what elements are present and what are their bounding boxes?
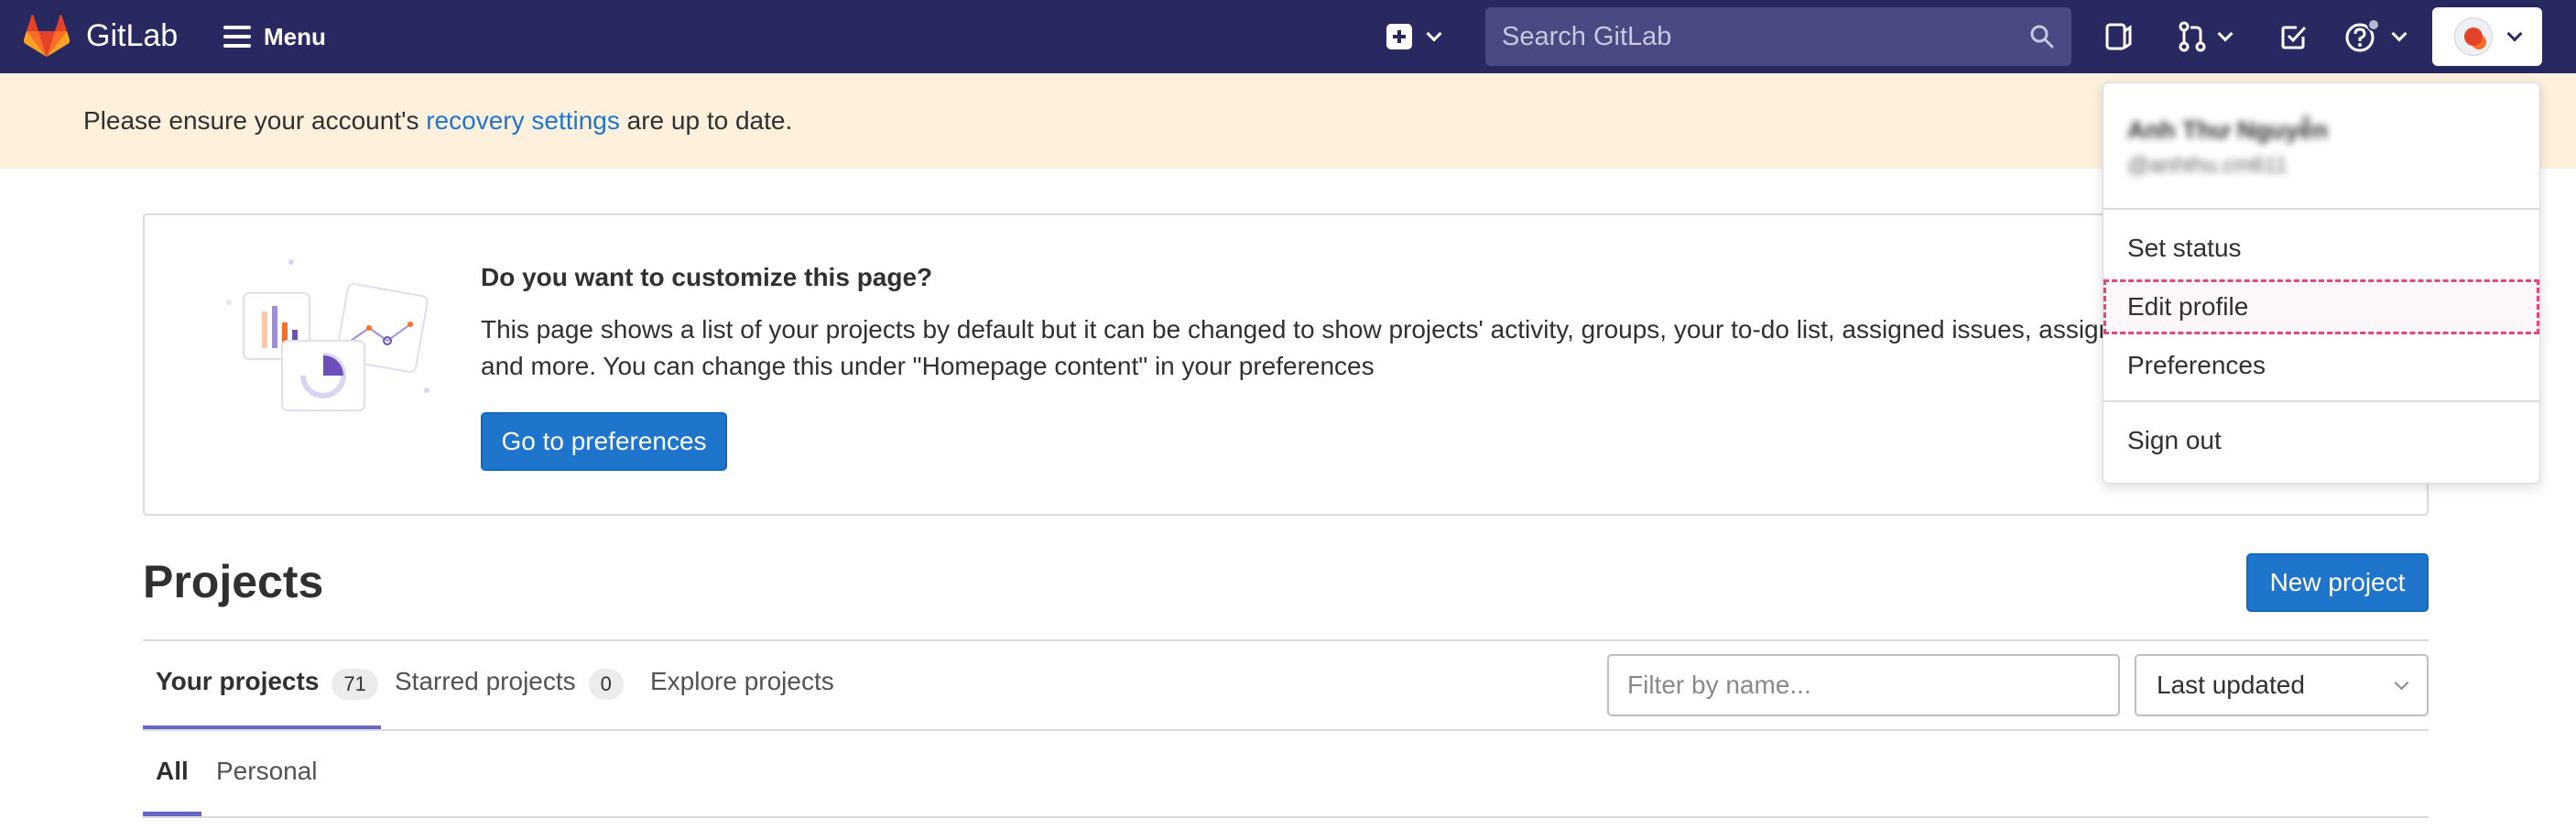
menu-button[interactable]: Menu (223, 18, 326, 55)
hamburger-icon (223, 26, 251, 48)
sort-dropdown[interactable]: Last updated (2135, 654, 2429, 716)
brand-name[interactable]: GitLab (86, 18, 178, 54)
todo-icon (2281, 26, 2307, 49)
search-icon (2030, 25, 2054, 49)
tabs-divider (143, 729, 2429, 731)
user-dropdown-menu: Anh Thư Nguyễn @anhthu.cm611 Set status … (2103, 82, 2540, 484)
issues-icon (2105, 23, 2132, 50)
tab-label: Your projects (156, 667, 320, 695)
merge-request-icon (2179, 21, 2206, 52)
chevron-down-icon (2217, 26, 2234, 42)
subtab-all[interactable]: All (156, 757, 189, 786)
set-status-item[interactable]: Set status (2103, 221, 2539, 276)
issues-button[interactable] (2104, 16, 2132, 57)
chevron-down-icon (2391, 26, 2408, 42)
sign-out-item[interactable]: Sign out (2103, 413, 2539, 468)
banner-text-suffix: are up to date. (619, 106, 793, 135)
tab-label: Explore projects (650, 667, 834, 695)
user-avatar (2454, 17, 2493, 56)
dropdown-divider (2103, 208, 2539, 210)
gitlab-page: GitLab Menu Search GitLab Please ensure … (0, 0, 2576, 840)
recovery-settings-link[interactable]: recovery settings (426, 106, 620, 135)
search-box[interactable] (1485, 7, 2071, 66)
subtab-personal[interactable]: Personal (216, 757, 318, 786)
tab-label: Starred projects (395, 667, 576, 695)
search-input[interactable] (1502, 21, 1978, 52)
banner-text-prefix: Please ensure your account's (83, 106, 427, 135)
sort-value: Last updated (2157, 671, 2305, 699)
customize-card-text: This page shows a list of your projects … (481, 315, 2334, 380)
count-badge: 0 (588, 669, 624, 700)
dropdown-divider (2103, 400, 2539, 402)
filter-by-name-input[interactable] (1607, 654, 2120, 716)
subtabs-divider (143, 816, 2429, 818)
top-navbar: GitLab Menu (0, 0, 2576, 73)
new-dropdown-button[interactable] (1386, 18, 1442, 55)
merge-requests-button[interactable] (2178, 16, 2234, 57)
plus-square-icon (1386, 24, 1412, 49)
customize-card-title: Do you want to customize this page? (481, 263, 933, 291)
tab-your-projects[interactable]: Your projects 71 (156, 667, 378, 727)
customize-illustration (226, 259, 429, 411)
edit-profile-item[interactable]: Edit profile (2103, 279, 2539, 334)
count-badge: 71 (332, 669, 378, 700)
tab-explore-projects[interactable]: Explore projects (650, 667, 834, 727)
user-full-name: Anh Thư Nguyễn (2127, 116, 2329, 144)
user-menu-button[interactable] (2432, 7, 2542, 66)
go-to-preferences-button[interactable]: Go to preferences (481, 412, 727, 471)
tab-starred-projects[interactable]: Starred projects 0 (395, 667, 624, 727)
help-button[interactable] (2344, 16, 2408, 57)
user-handle: @anhthu.cm611 (2127, 153, 2288, 178)
page-title: Projects (143, 556, 324, 607)
preferences-item[interactable]: Preferences (2103, 338, 2539, 393)
chevron-down-icon (2506, 26, 2523, 42)
chevron-down-icon (2394, 675, 2409, 690)
chevron-down-icon (1426, 26, 1442, 42)
header-divider (143, 639, 2429, 641)
menu-label: Menu (264, 22, 326, 50)
gitlab-logo-icon[interactable] (24, 15, 70, 59)
new-project-button[interactable]: New project (2246, 553, 2429, 612)
help-icon (2345, 19, 2380, 52)
todo-button[interactable] (2280, 16, 2308, 57)
